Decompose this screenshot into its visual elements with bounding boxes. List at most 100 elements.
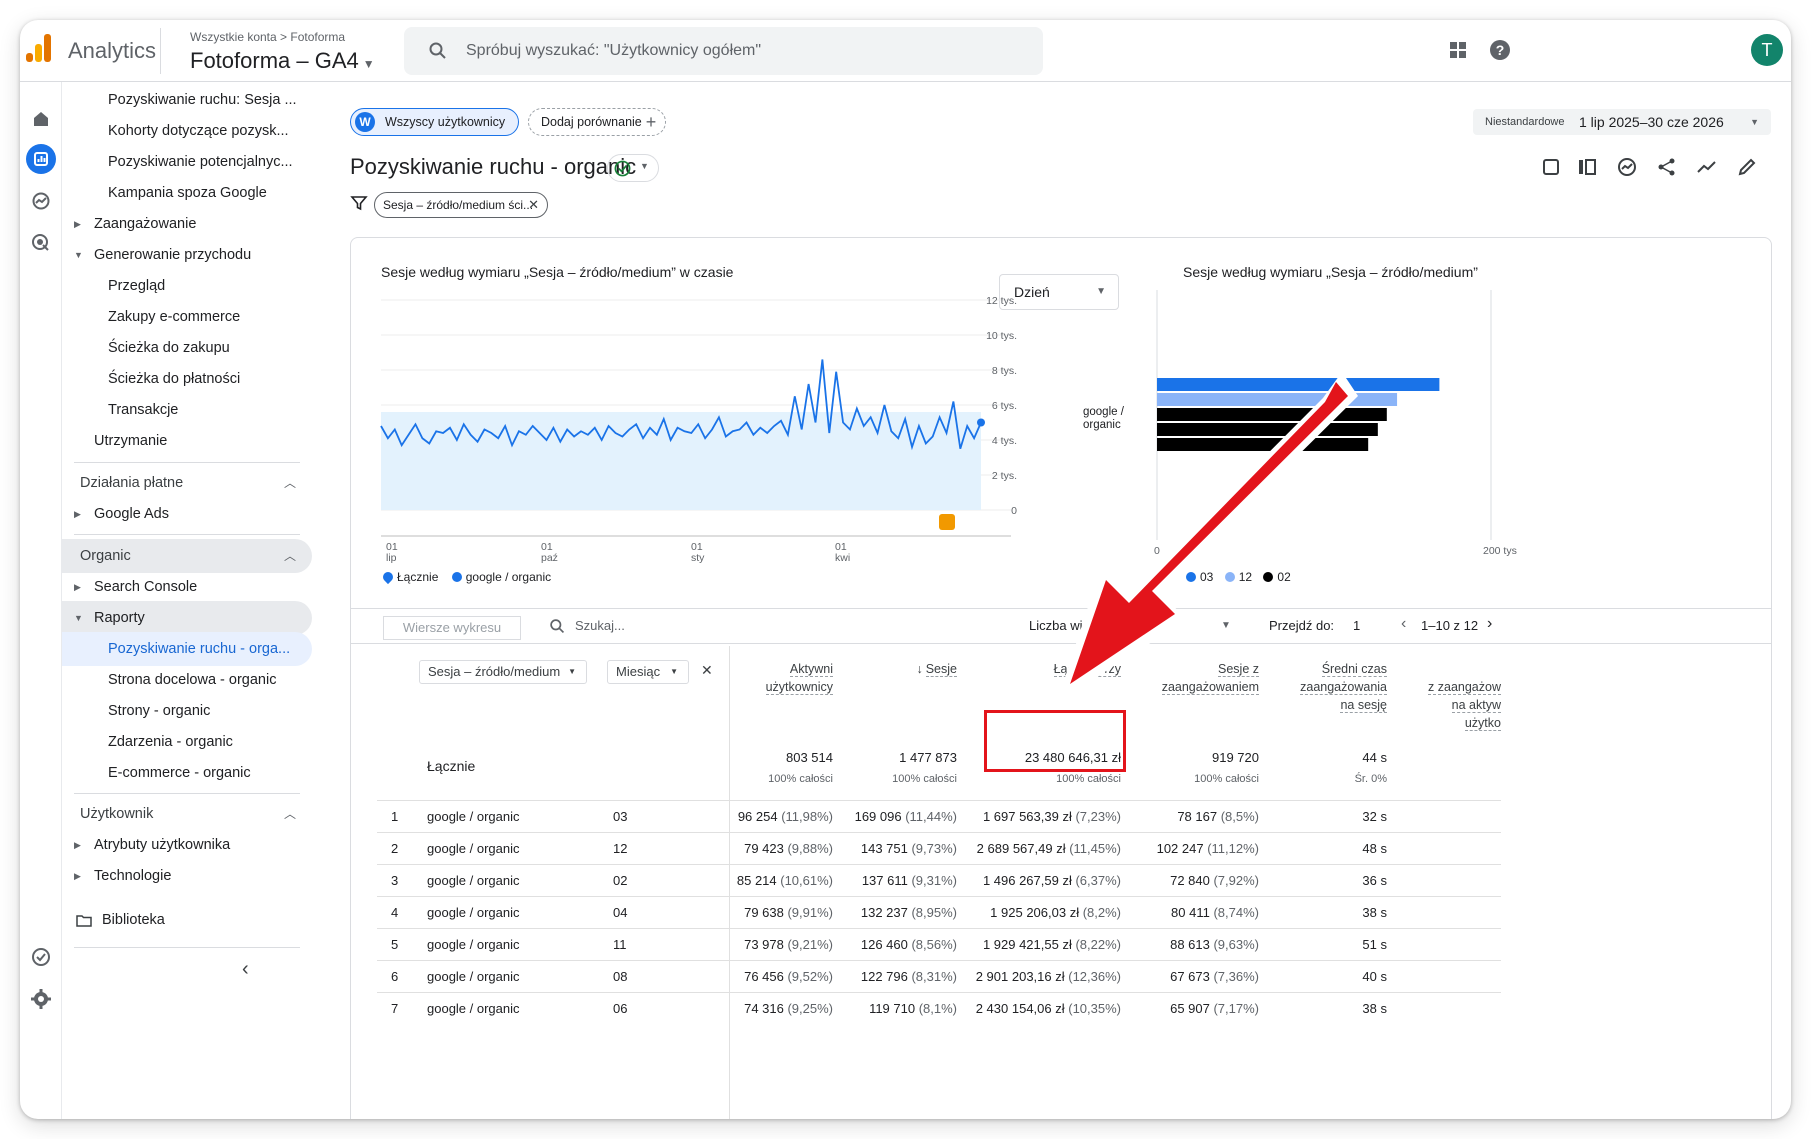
caret-right-icon: ▶	[74, 582, 81, 592]
sidebar-item-library[interactable]: Biblioteka	[62, 903, 312, 937]
caret-right-icon: ▶	[74, 509, 81, 519]
dimension-select-primary[interactable]: Sesja – źródło/medium ▼	[419, 660, 587, 684]
sidebar-item-organic-acquisition[interactable]: Pozyskiwanie ruchu - orga...	[62, 632, 312, 666]
sidebar-item[interactable]: Przegląd	[62, 269, 312, 303]
sidebar-item[interactable]: Ścieżka do płatności	[62, 362, 312, 396]
trend-icon[interactable]	[1694, 154, 1720, 180]
search-input[interactable]: Spróbuj wyszukać: "Użytkownicy ogółem"	[404, 27, 1043, 75]
sidebar-item-google-ads[interactable]: ▶ Google Ads	[62, 497, 312, 531]
report-status-button[interactable]: ▼	[607, 154, 659, 182]
svg-text:?: ?	[1496, 42, 1505, 58]
chevron-down-icon: ▼	[1750, 117, 1759, 127]
sidebar-item-reports[interactable]: ▼ Raporty	[62, 601, 312, 635]
table-row[interactable]: 7 google / organic 06 74 316 (9,25%) 119 710…	[377, 992, 1501, 1024]
sidebar-group-user[interactable]: Użytkownik ︿	[62, 797, 312, 831]
sidebar-item[interactable]: Pozyskiwanie ruchu: Sesja ...	[62, 83, 312, 117]
cell-value: 2 430 154,06 zł	[975, 1001, 1069, 1016]
date-range-value: 1 lip 2025–30 cze 2026	[1579, 114, 1724, 130]
line-chart-legend: Łącznie google / organic	[380, 569, 551, 585]
table-search-input[interactable]: Szukaj...	[575, 618, 625, 633]
header-active-users[interactable]: Aktywni użytkownicy	[757, 660, 833, 696]
advertising-icon[interactable]	[26, 228, 56, 258]
dimension-select-secondary[interactable]: Miesiąc ▼	[607, 660, 689, 684]
collapse-sidebar-icon[interactable]: ‹	[242, 958, 249, 981]
cell-percent: (12,36%)	[1068, 969, 1121, 984]
header-engaged-per-user[interactable]: z zaangażow na aktyw użytko	[1417, 678, 1501, 732]
apps-grid-icon[interactable]	[1444, 36, 1472, 64]
sidebar-item[interactable]: Transakcje	[62, 393, 312, 427]
table-row[interactable]: 1 google / organic 03 96 254 (11,98%) 169 09…	[377, 800, 1501, 832]
sidebar-item[interactable]: Kampania spoza Google	[62, 176, 312, 210]
sidebar-item-search-console[interactable]: ▶ Search Console	[62, 570, 312, 604]
help-icon[interactable]: ?	[1486, 36, 1514, 64]
analytics-logo-icon[interactable]	[26, 34, 52, 62]
legend-total[interactable]: Łącznie	[380, 569, 439, 585]
sidebar-item-user-attributes[interactable]: ▶ Atrybuty użytkownika	[62, 828, 312, 862]
segment-chip[interactable]: W Wszyscy użytkownicy	[350, 108, 519, 136]
cell-sessions: 122 796 (8,31%)	[861, 961, 957, 993]
breadcrumb[interactable]: Wszystkie konta > Fotoforma	[190, 30, 345, 44]
cell-value: 65 907	[1170, 1001, 1214, 1016]
checklist-icon[interactable]	[26, 942, 56, 972]
cell-percent: (8,5%)	[1220, 809, 1259, 824]
caret-right-icon: ▶	[74, 219, 81, 229]
cell-percent: (8,95%)	[911, 905, 957, 920]
filter-chip[interactable]: Sesja – źródło/medium ści... ✕	[374, 192, 548, 218]
customize-report-icon[interactable]	[1538, 154, 1564, 180]
home-icon[interactable]	[26, 104, 56, 134]
reports-icon[interactable]	[26, 144, 56, 174]
sidebar-group-paid[interactable]: Działania płatne ︿	[62, 466, 312, 500]
next-page-icon[interactable]: ›	[1487, 615, 1492, 633]
sidebar-item[interactable]: E-commerce - organic	[62, 756, 312, 790]
cell-percent: (11,98%)	[781, 809, 833, 824]
table-row[interactable]: 6 google / organic 08 76 456 (9,52%) 122 796…	[377, 960, 1501, 992]
explore-icon[interactable]	[26, 186, 56, 216]
table-row[interactable]: 3 google / organic 02 85 214 (10,61%) 137 61…	[377, 864, 1501, 896]
sidebar-item-engagement[interactable]: ▶ Zaangażowanie	[62, 207, 312, 241]
date-range-picker[interactable]: Niestandardowe 1 lip 2025–30 cze 2026 ▼	[1473, 109, 1771, 135]
avatar[interactable]: T	[1751, 34, 1783, 66]
sidebar-item[interactable]: Pozyskiwanie potencjalnyc...	[62, 145, 312, 179]
remove-dimension-icon[interactable]: ✕	[701, 662, 713, 679]
settings-gear-icon[interactable]	[26, 984, 56, 1014]
table-row[interactable]: 4 google / organic 04 79 638 (9,91%) 132 237…	[377, 896, 1501, 928]
edit-pencil-icon[interactable]	[1734, 154, 1760, 180]
header-sessions[interactable]: ↓ Sesje	[877, 660, 957, 678]
add-comparison-button[interactable]: Dodaj porównanie +	[528, 108, 666, 136]
sidebar-item[interactable]: Strona docelowa - organic	[62, 663, 312, 697]
property-selector[interactable]: Fotoforma – GA4 ▼	[190, 48, 375, 74]
sidebar-item[interactable]: Zdarzenia - organic	[62, 725, 312, 759]
legend-google-organic[interactable]: google / organic	[451, 570, 551, 584]
sidebar-group-organic[interactable]: Organic ︿	[62, 539, 312, 573]
caret-down-icon: ▼	[74, 613, 83, 623]
sidebar-item[interactable]: Strony - organic	[62, 694, 312, 728]
insights-icon[interactable]	[1614, 154, 1640, 180]
cell-percent: (8,74%)	[1213, 905, 1259, 920]
sidebar-item[interactable]: Zakupy e-commerce	[62, 300, 312, 334]
table-row[interactable]: 5 google / organic 11 73 978 (9,21%) 126 460…	[377, 928, 1501, 960]
cell-revenue: 1 697 563,39 zł (7,23%)	[983, 801, 1121, 833]
chevron-up-icon: ︿	[283, 476, 296, 490]
sidebar-item-technology[interactable]: ▶ Technologie	[62, 859, 312, 893]
pager-text: 1–10 z 12	[1421, 618, 1479, 633]
y-tick-label: 10 tys.	[986, 330, 1017, 342]
cell-sessions: 143 751 (9,73%)	[861, 833, 957, 865]
legend-label: Łącznie	[397, 570, 439, 584]
cell-value: 80 411	[1171, 905, 1214, 920]
sidebar-item-monetization[interactable]: ▼ Generowanie przychodu	[62, 238, 312, 272]
legend-marker	[451, 572, 462, 582]
cell-value: 72 840	[1170, 873, 1214, 888]
share-icon[interactable]	[1654, 154, 1680, 180]
close-icon[interactable]: ✕	[528, 193, 539, 217]
cell-month: 03	[613, 809, 628, 824]
table-row[interactable]: 2 google / organic 12 79 423 (9,88%) 143 751…	[377, 832, 1501, 864]
compare-columns-icon[interactable]	[1574, 154, 1600, 180]
sidebar-item[interactable]: Kohorty dotyczące pozysk...	[62, 114, 312, 148]
sidebar-item[interactable]: Ścieżka do zakupu	[62, 331, 312, 365]
cell-active-users: 74 316 (9,25%)	[744, 993, 833, 1025]
group-label: Użytkownik	[80, 806, 154, 822]
anomaly-marker-icon	[939, 514, 955, 530]
chart-rows-button[interactable]: Wiersze wykresu	[383, 616, 521, 640]
prev-page-icon[interactable]: ‹	[1401, 615, 1406, 633]
sidebar-item-retention[interactable]: Utrzymanie	[62, 424, 312, 458]
